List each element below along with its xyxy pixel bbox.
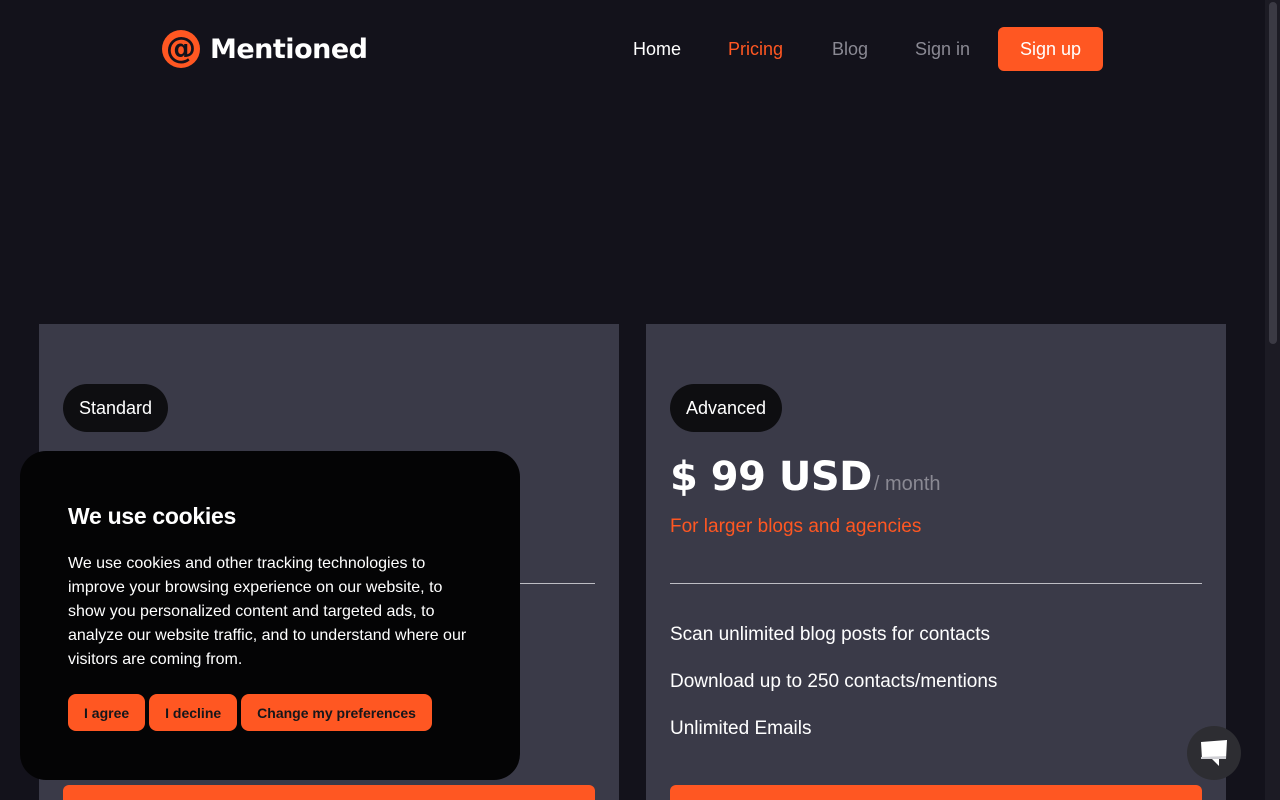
plan-badge-standard: Standard [63,384,169,432]
plan-description: For larger blogs and agencies [670,516,922,537]
nav-sign-in-link[interactable]: Sign in [915,39,970,60]
nav-blog-link[interactable]: Blog [832,39,868,60]
feature-item: Unlimited Emails [670,718,812,739]
feature-list: Scan unlimited blog posts for contacts D… [670,624,997,765]
card-divider [670,583,1202,584]
page: @ Mentioned Home Pricing Blog Sign in Si… [0,0,1280,800]
price-period: / month [873,473,941,495]
cookie-agree-button[interactable]: I agree [68,694,146,731]
main-nav: Home Pricing Blog Sign in Sign up [0,27,1280,71]
cookie-actions: I agree I decline Change my preferences [68,694,472,731]
cookie-preferences-button[interactable]: Change my preferences [241,694,432,731]
chat-widget-button[interactable] [1187,726,1241,780]
standard-plan-cta-button[interactable] [63,785,595,800]
plan-badge-advanced: Advanced [670,384,783,432]
page-scrollbar[interactable] [1265,0,1280,800]
advanced-plan-cta-button[interactable] [670,785,1202,800]
scrollbar-thumb[interactable] [1269,2,1277,344]
price-amount: $ 99 USD [670,454,872,500]
cookie-title: We use cookies [68,503,236,529]
plan-price: $ 99 USD / month [670,454,941,500]
cookie-consent-banner: We use cookies We use cookies and other … [20,451,520,780]
chat-bubble-icon [1201,740,1227,766]
feature-item: Download up to 250 contacts/mentions [670,671,998,692]
nav-pricing-link[interactable]: Pricing [728,39,783,60]
feature-item: Scan unlimited blog posts for contacts [670,624,991,645]
pricing-card-advanced: Advanced $ 99 USD / month For larger blo… [646,324,1226,800]
sign-up-button[interactable]: Sign up [998,27,1103,71]
nav-home-link[interactable]: Home [633,39,681,60]
cookie-decline-button[interactable]: I decline [149,694,238,731]
cookie-description: We use cookies and other tracking techno… [68,555,467,668]
